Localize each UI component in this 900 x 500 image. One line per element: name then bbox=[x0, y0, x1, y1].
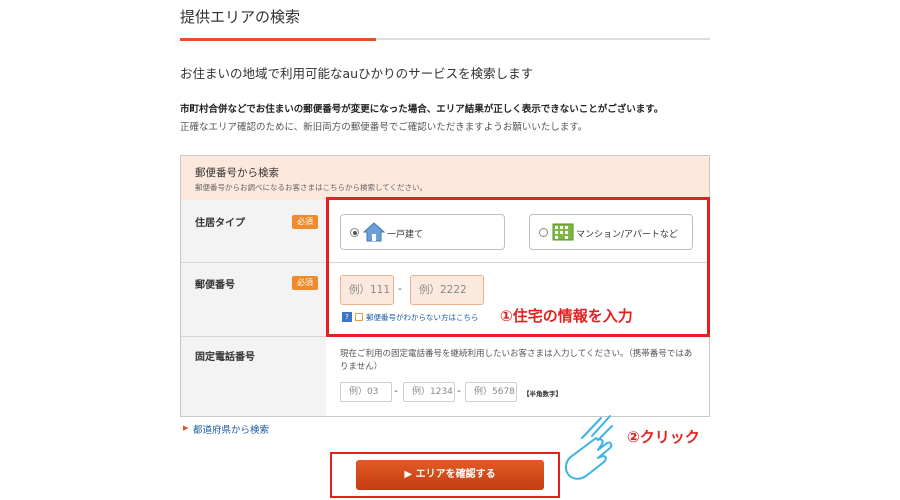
pointing-hand-icon bbox=[552, 412, 622, 484]
notice-bold: 市町村合併などでお住まいの郵便番号が変更になった場合、エリア結果が正しく表示でき… bbox=[180, 104, 664, 115]
phone-separator: - bbox=[394, 384, 398, 397]
half-width-note: 【半角数字】 bbox=[523, 390, 562, 398]
phone-note: 現在ご利用の固定電話番号を継続利用したいお客さまは入力してください。（携帯番号で… bbox=[340, 349, 693, 372]
step1-annotation: ①住宅の情報を入力 bbox=[500, 307, 633, 325]
required-badge: 必須 bbox=[292, 215, 318, 229]
prefecture-search-link[interactable]: 都道府県から検索 bbox=[193, 422, 269, 436]
zip-label: 郵便番号 bbox=[195, 280, 235, 291]
page-title: 提供エリアの検索 bbox=[180, 8, 301, 26]
phone-input-area[interactable]: 例）03 bbox=[340, 382, 392, 402]
phone-input-last[interactable]: 例）5678 bbox=[465, 382, 517, 402]
step2-annotation: ②クリック bbox=[627, 428, 700, 446]
link-arrow-icon: ▶ bbox=[183, 424, 189, 432]
phone-separator: - bbox=[457, 384, 461, 397]
required-badge: 必須 bbox=[292, 276, 318, 290]
notice-text: 正確なエリア確認のために、新旧両方の郵便番号でご確認いただきますようお願いいたし… bbox=[180, 122, 588, 133]
residence-type-label: 住居タイプ bbox=[195, 218, 245, 229]
form-subtitle: 郵便番号からお調べになるお客さまはこちらから検索してください。 bbox=[195, 183, 428, 192]
title-divider-accent bbox=[180, 38, 376, 41]
label-column bbox=[181, 200, 326, 416]
phone-input-middle[interactable]: 例）1234 bbox=[403, 382, 455, 402]
phone-label: 固定電話番号 bbox=[195, 352, 255, 363]
form-title: 郵便番号から検索 bbox=[195, 167, 279, 179]
check-area-button[interactable]: ▶ エリアを確認する bbox=[356, 460, 544, 490]
page-subtitle: お住まいの地域で利用可能なauひかりのサービスを検索します bbox=[180, 66, 534, 81]
